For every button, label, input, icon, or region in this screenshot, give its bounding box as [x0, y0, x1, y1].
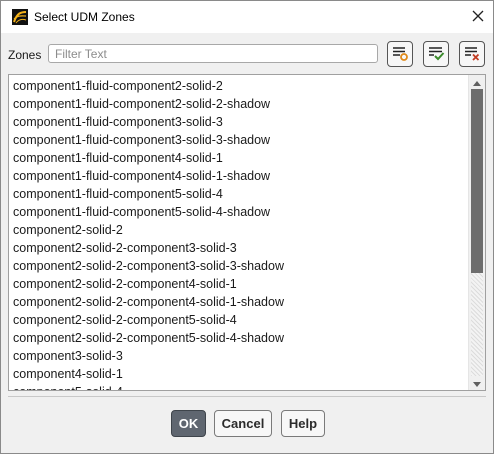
close-icon	[472, 10, 484, 25]
zone-list-item[interactable]: component1-fluid-component3-solid-3-shad…	[9, 131, 468, 149]
filter-row: Zones	[1, 39, 493, 69]
scroll-down-button[interactable]	[469, 376, 485, 390]
title-bar: Select UDM Zones	[1, 1, 493, 33]
zone-list-item[interactable]: component3-solid-3	[9, 347, 468, 365]
filter-select-button[interactable]	[387, 41, 413, 67]
zone-list-item[interactable]: component1-fluid-component5-solid-4	[9, 185, 468, 203]
help-button[interactable]: Help	[281, 410, 325, 437]
vertical-scrollbar[interactable]	[468, 75, 485, 390]
zone-list-item[interactable]: component2-solid-2-component4-solid-1-sh…	[9, 293, 468, 311]
scroll-up-button[interactable]	[469, 75, 485, 89]
zone-list-item[interactable]: component1-fluid-component4-solid-1	[9, 149, 468, 167]
list-check-icon	[427, 44, 445, 65]
zone-list-item[interactable]: component2-solid-2	[9, 221, 468, 239]
list-clear-icon	[463, 44, 481, 65]
zone-list-item[interactable]: component1-fluid-component2-solid-2-shad…	[9, 95, 468, 113]
zone-list-item[interactable]: component2-solid-2-component4-solid-1	[9, 275, 468, 293]
scroll-down-icon	[473, 376, 481, 390]
zone-list-item[interactable]: component1-fluid-component2-solid-2	[9, 77, 468, 95]
scroll-thumb[interactable]	[471, 89, 483, 273]
filter-text-input[interactable]	[48, 44, 378, 63]
zones-label: Zones	[8, 48, 42, 62]
footer-divider	[8, 396, 486, 397]
zone-list-item[interactable]: component1-fluid-component4-solid-1-shad…	[9, 167, 468, 185]
zone-list-item[interactable]: component1-fluid-component3-solid-3	[9, 113, 468, 131]
window-title: Select UDM Zones	[34, 10, 135, 24]
select-udm-zones-dialog: Select UDM Zones Zones Filter Text compo…	[0, 0, 494, 454]
fluent-app-icon	[12, 9, 28, 25]
scroll-up-icon	[473, 75, 481, 89]
deselect-all-button[interactable]	[459, 41, 485, 67]
select-all-button[interactable]	[423, 41, 449, 67]
close-button[interactable]	[463, 1, 493, 33]
ok-button[interactable]: OK	[171, 410, 206, 437]
zone-list-item[interactable]: component2-solid-2-component3-solid-3-sh…	[9, 257, 468, 275]
cancel-button[interactable]: Cancel	[214, 410, 272, 437]
zone-list-item[interactable]: component2-solid-2-component3-solid-3	[9, 239, 468, 257]
zones-list: component1-fluid-component2-solid-2 compo…	[9, 75, 468, 390]
zone-list-item[interactable]: component2-solid-2-component5-solid-4	[9, 311, 468, 329]
zone-list-item[interactable]: component5-solid-4	[9, 383, 468, 390]
list-filter-icon	[391, 44, 409, 65]
zones-listbox[interactable]: component1-fluid-component2-solid-2 compo…	[8, 74, 486, 391]
zone-list-item[interactable]: component2-solid-2-component5-solid-4-sh…	[9, 329, 468, 347]
zone-list-item[interactable]: component4-solid-1	[9, 365, 468, 383]
zone-list-item[interactable]: component1-fluid-component5-solid-4-shad…	[9, 203, 468, 221]
